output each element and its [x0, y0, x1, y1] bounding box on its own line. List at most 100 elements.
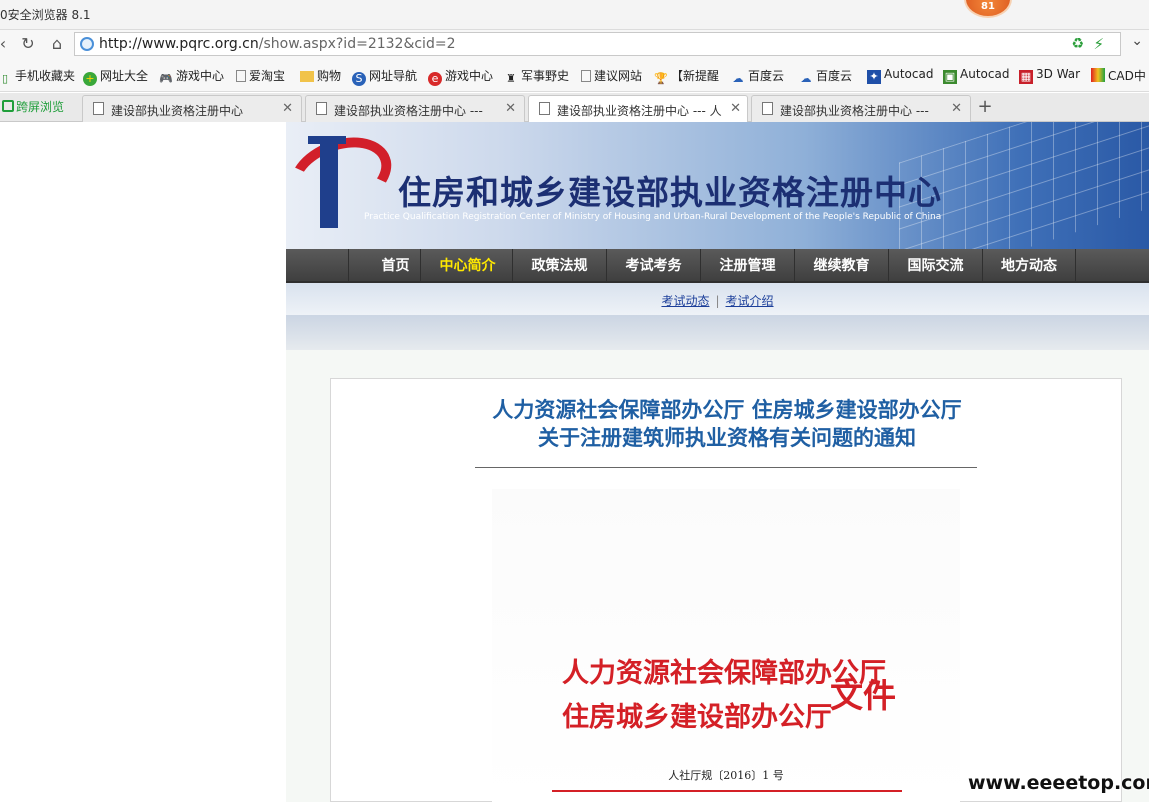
- article-panel: 人力资源社会保障部办公厅 住房城乡建设部办公厅 关于注册建筑师执业资格有关问题的…: [330, 378, 1122, 803]
- address-bar: ‹ ↻ ⌂ http://www.pqrc.org.cn/show.aspx?i…: [0, 29, 1149, 57]
- bookmark-label: 百度云: [748, 69, 785, 83]
- bookmark-item[interactable]: + 网址大全: [83, 67, 148, 86]
- folder-icon: [300, 71, 314, 82]
- nav-international[interactable]: 国际交流: [888, 249, 982, 283]
- e-icon: e: [428, 72, 442, 86]
- globe-icon: [80, 37, 94, 51]
- split-view-icon: [2, 100, 14, 112]
- bookmark-item[interactable]: ▯ 手机收藏夹: [0, 67, 75, 86]
- recycle-icon[interactable]: ♻: [1071, 36, 1084, 52]
- watermark-text: www.eeeetop.com: [968, 772, 1149, 794]
- bookmark-label: 网址大全: [100, 69, 149, 83]
- bookmark-item[interactable]: ▦ 3D War: [1019, 67, 1080, 84]
- folder-icon: ▯: [1, 72, 9, 85]
- decorative-band: [286, 315, 1149, 350]
- bookmark-item[interactable]: 🎮 游戏中心: [159, 67, 224, 86]
- subnav-exam-news[interactable]: 考试动态: [661, 294, 709, 308]
- tab-label: 建设部执业资格注册中心: [111, 104, 244, 118]
- bookmark-label: 购物: [317, 69, 342, 83]
- colorful-icon: [1091, 68, 1105, 82]
- url-field[interactable]: http://www.pqrc.org.cn/show.aspx?id=2132…: [74, 32, 1121, 56]
- home-icon[interactable]: ⌂: [46, 33, 68, 55]
- window-title-bar: 0安全浏览器 8.1 81: [0, 0, 1149, 29]
- nav-education[interactable]: 继续教育: [794, 249, 888, 283]
- url-text[interactable]: http://www.pqrc.org.cn/show.aspx?id=2132…: [99, 36, 455, 52]
- bookmark-item[interactable]: 购物: [300, 67, 341, 84]
- subnav-exam-intro[interactable]: 考试介绍: [726, 294, 774, 308]
- sub-nav: 考试动态 | 考试介绍: [286, 283, 1149, 315]
- tab-active[interactable]: 建设部执业资格注册中心 --- 人 ✕: [528, 95, 748, 123]
- paw-icon: ✦: [867, 70, 881, 84]
- back-icon[interactable]: ‹: [0, 33, 14, 55]
- logo-blue-column: [320, 136, 338, 228]
- close-icon[interactable]: ✕: [282, 101, 293, 116]
- close-icon[interactable]: ✕: [730, 101, 741, 116]
- cloud-icon: ☁: [800, 72, 812, 85]
- bookmark-item[interactable]: S 网址导航: [352, 67, 417, 86]
- page-icon: [93, 102, 104, 115]
- doc-number: 人社厅规〔2016〕1 号: [668, 769, 784, 782]
- article-headline-line1: 人力资源社会保障部办公厅 住房城乡建设部办公厅: [492, 398, 962, 422]
- bookmark-item[interactable]: ☁ 百度云: [799, 67, 853, 86]
- nav-local-news[interactable]: 地方动态: [982, 249, 1076, 283]
- bookmark-item[interactable]: ✦ Autocad: [867, 67, 933, 84]
- bookmark-item[interactable]: CAD中: [1091, 67, 1146, 84]
- doc-header-line2: 住房城乡建设部办公厅: [562, 702, 832, 733]
- bookmark-item[interactable]: ☁ 百度云: [731, 67, 785, 86]
- page-icon: [316, 102, 327, 115]
- site-banner: 住房和城乡建设部执业资格注册中心 Practice Qualification …: [286, 122, 1149, 249]
- bookmark-item[interactable]: 🏆 【新提醒: [654, 67, 719, 86]
- main-nav: 首页 中心简介 政策法规 考试考务 注册管理 继续教育 国际交流 地方动态: [286, 249, 1149, 283]
- site-title: 住房和城乡建设部执业资格注册中心: [398, 173, 942, 212]
- bookmark-label: 游戏中心: [445, 69, 494, 83]
- nav-policy[interactable]: 政策法规: [512, 249, 606, 283]
- bookmark-label: CAD中: [1108, 69, 1146, 83]
- doc-red-rule: [552, 790, 902, 792]
- bookmark-label: 【新提醒: [671, 69, 720, 83]
- notification-count: 81: [981, 1, 995, 12]
- site-subtitle: Practice Qualification Registration Cent…: [364, 212, 942, 222]
- doc-header-suffix: 文件: [830, 676, 896, 715]
- bookmark-label: 3D War: [1036, 67, 1081, 81]
- page-icon: [762, 102, 773, 115]
- page-icon: [236, 70, 246, 82]
- tab-label: 建设部执业资格注册中心 --- 人: [557, 104, 722, 118]
- split-view-button[interactable]: 跨屏浏览: [2, 98, 64, 115]
- separator: |: [715, 294, 720, 308]
- bookmark-label: 军事野史: [521, 69, 570, 83]
- red-icon: ▦: [1019, 70, 1033, 84]
- bookmark-item[interactable]: e 游戏中心: [428, 67, 493, 86]
- tab[interactable]: 建设部执业资格注册中心 ✕: [82, 95, 302, 122]
- bookmark-label: Autocad: [884, 67, 934, 81]
- lightning-icon[interactable]: ⚡: [1093, 35, 1104, 53]
- nav-about[interactable]: 中心简介: [420, 249, 514, 283]
- tab[interactable]: 建设部执业资格注册中心 --- ✕: [751, 95, 971, 122]
- green-icon: ▣: [943, 70, 957, 84]
- cloud-icon: ☁: [732, 72, 744, 85]
- bookmark-item[interactable]: 建议网站: [581, 67, 642, 84]
- gamepad-icon: 🎮: [159, 72, 173, 85]
- page-viewport: 住房和城乡建设部执业资格注册中心 Practice Qualification …: [0, 122, 1149, 803]
- close-icon[interactable]: ✕: [505, 101, 516, 116]
- s-icon: S: [352, 72, 366, 86]
- close-icon[interactable]: ✕: [951, 101, 962, 116]
- notification-badge[interactable]: 81: [964, 0, 1012, 18]
- military-icon: ♜: [506, 72, 516, 85]
- bookmark-item[interactable]: ♜ 军事野史: [504, 67, 569, 86]
- bookmark-label: Autocad: [960, 67, 1010, 81]
- new-tab-button[interactable]: +: [974, 96, 996, 118]
- bookmark-item[interactable]: ▣ Autocad: [943, 67, 1009, 84]
- url-host: http://www.pqrc.org.cn: [99, 36, 259, 52]
- nav-exam[interactable]: 考试考务: [606, 249, 700, 283]
- nav-registration[interactable]: 注册管理: [700, 249, 794, 283]
- tab[interactable]: 建设部执业资格注册中心 --- ✕: [305, 95, 525, 122]
- bookmark-label: 爱淘宝: [249, 69, 286, 83]
- bookmark-label: 手机收藏夹: [15, 69, 76, 83]
- chevron-down-icon[interactable]: ⌄: [1131, 33, 1143, 49]
- page-icon: [581, 70, 591, 82]
- tab-label: 建设部执业资格注册中心 ---: [334, 104, 483, 118]
- reload-icon[interactable]: ↻: [17, 33, 39, 55]
- bookmark-label: 游戏中心: [176, 69, 225, 83]
- bookmark-item[interactable]: 爱淘宝: [236, 67, 285, 84]
- site-container: 住房和城乡建设部执业资格注册中心 Practice Qualification …: [286, 122, 1149, 803]
